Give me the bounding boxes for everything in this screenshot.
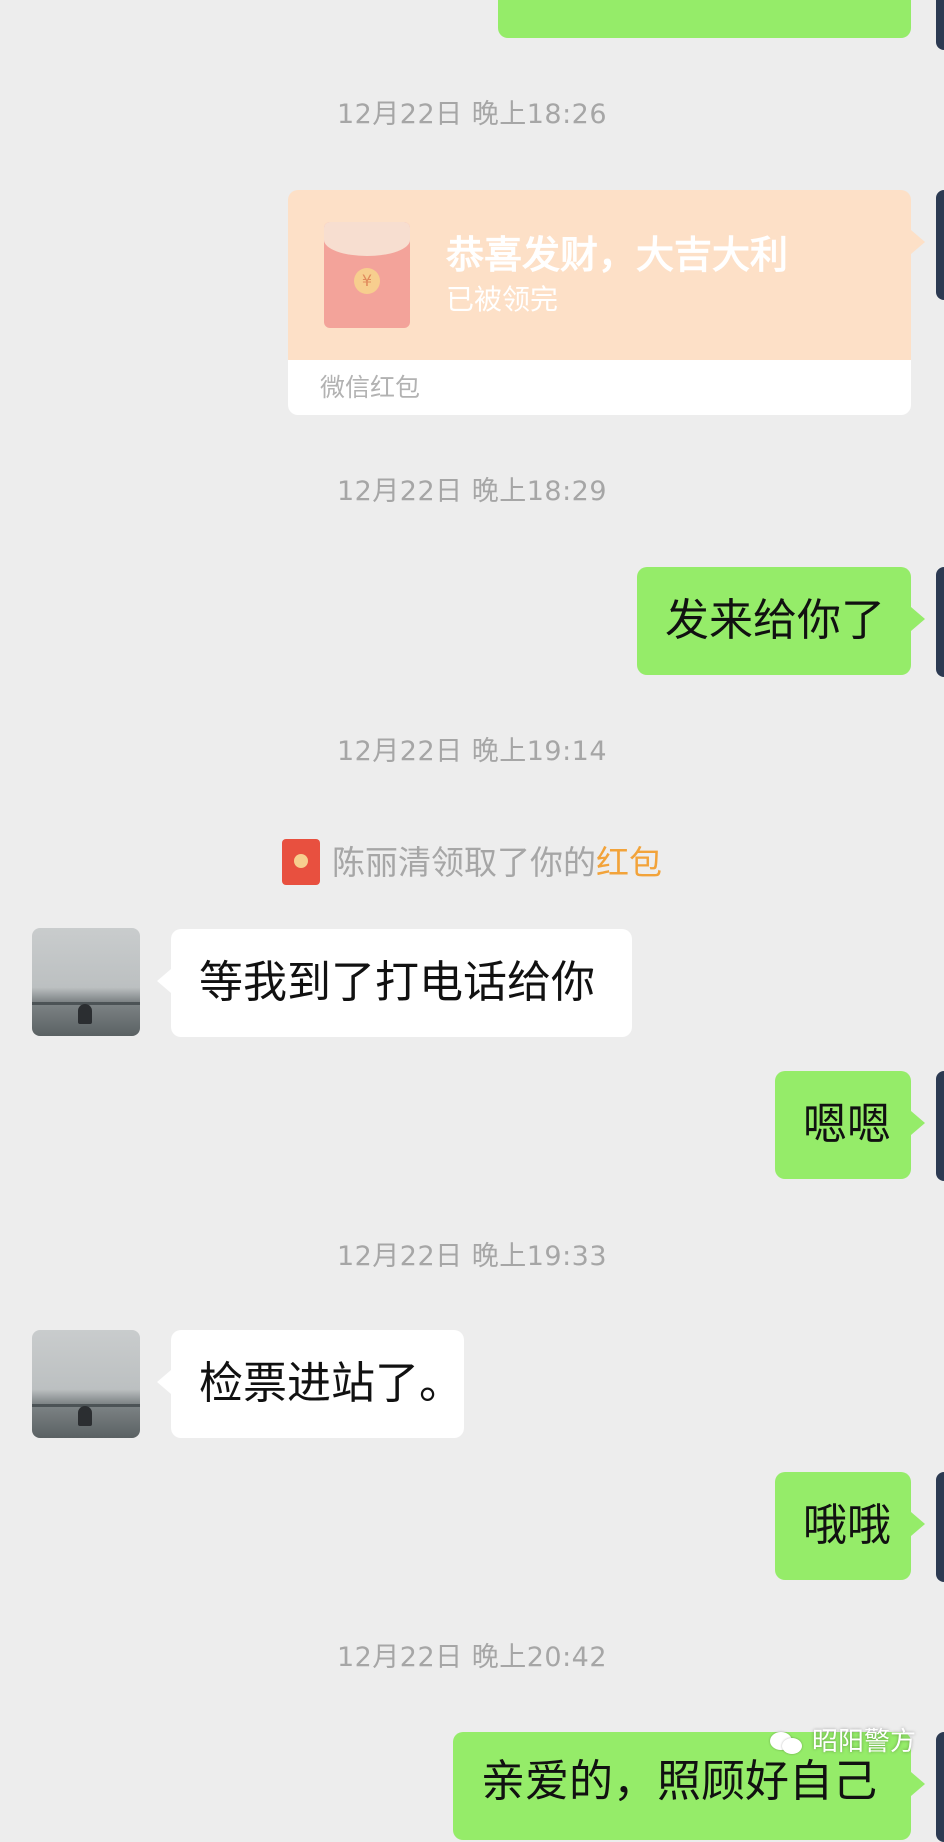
timestamp: 12月22日 晚上19:14 (336, 736, 608, 767)
contact-avatar[interactable] (32, 928, 140, 1036)
timestamp: 12月22日 晚上19:33 (336, 1241, 608, 1272)
timestamp: 12月22日 晚上18:26 (336, 99, 608, 130)
self-avatar[interactable] (936, 567, 944, 677)
notice-text: 陈丽清领取了你的 (332, 843, 596, 882)
wechat-logo-icon (769, 1730, 804, 1756)
message-bubble-outgoing[interactable]: 哦哦 (775, 1472, 925, 1580)
system-notice: 陈丽清领取了你的红包 (0, 838, 944, 888)
contact-avatar[interactable] (32, 1330, 140, 1438)
red-packet-footer: 微信红包 (288, 360, 911, 415)
self-avatar[interactable] (936, 1472, 944, 1582)
watermark: 昭阳警方 (769, 1722, 916, 1762)
red-packet-icon (282, 838, 320, 885)
timestamp: 12月22日 晚上18:29 (336, 476, 608, 507)
message-bubble-incoming[interactable]: 等我到了打电话给你 (157, 929, 632, 1037)
message-bubble-partial-top[interactable] (498, 0, 911, 38)
watermark-text: 昭阳警方 (811, 1727, 916, 1757)
red-packet-link[interactable]: 红包 (596, 843, 662, 882)
self-avatar[interactable] (936, 190, 944, 300)
self-avatar[interactable] (936, 1732, 944, 1842)
red-packet-footer-label: 微信红包 (320, 373, 421, 402)
timestamp: 12月22日 晚上20:42 (336, 1642, 608, 1673)
red-packet-title: 恭喜发财，大吉大利 (446, 233, 789, 277)
red-packet-card[interactable]: ¥ 恭喜发财，大吉大利 已被领完 微信红包 (288, 190, 925, 415)
red-envelope-icon: ¥ (324, 222, 410, 328)
message-bubble-incoming[interactable]: 检票进站了。 (157, 1330, 464, 1438)
red-packet-status: 已被领完 (446, 283, 559, 316)
message-bubble-outgoing[interactable]: 发来给你了 (637, 567, 925, 675)
red-packet-body: ¥ 恭喜发财，大吉大利 已被领完 (288, 190, 925, 360)
self-avatar[interactable] (936, 0, 944, 50)
self-avatar[interactable] (936, 1071, 944, 1181)
message-bubble-outgoing[interactable]: 嗯嗯 (775, 1071, 925, 1179)
